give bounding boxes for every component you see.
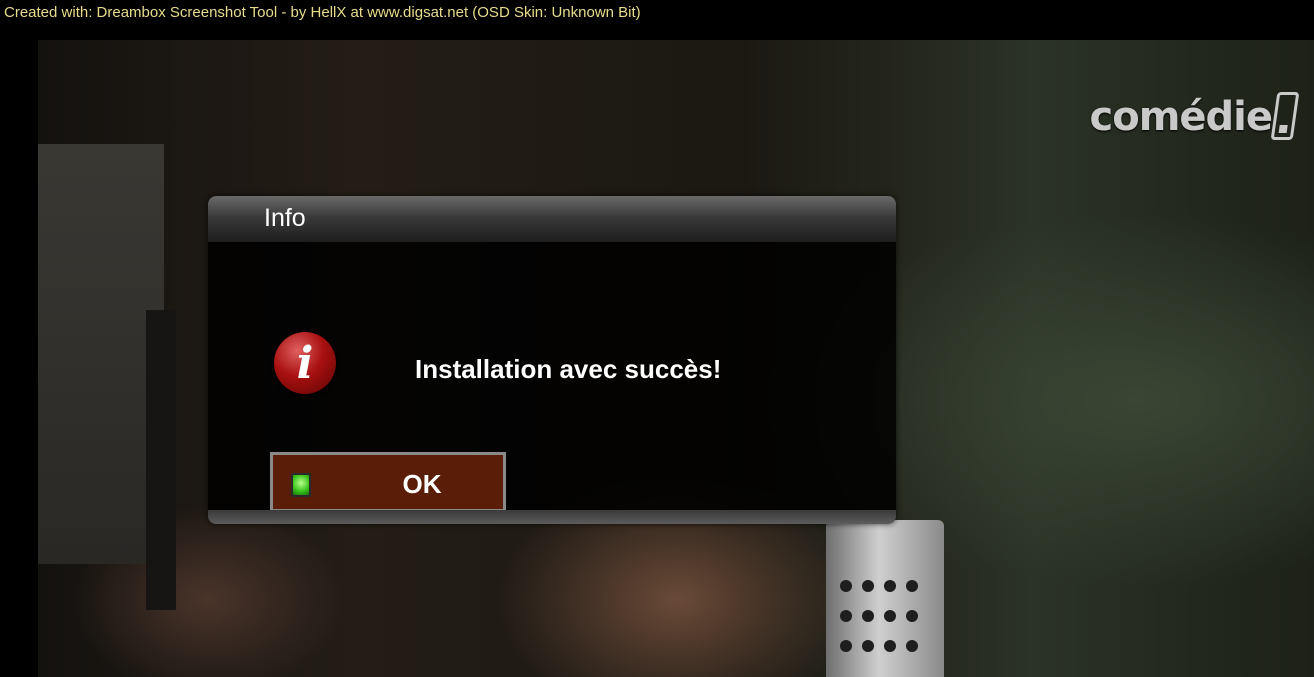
ok-button-label: OK bbox=[402, 469, 442, 499]
channel-logo-text: comédie bbox=[1089, 94, 1273, 140]
dialog-body: i Installation avec succès! OK bbox=[208, 242, 896, 512]
dialog-message: Installation avec succès! bbox=[415, 354, 722, 384]
info-dialog: Info i Installation avec succès! OK bbox=[208, 196, 896, 524]
ok-button[interactable]: OK bbox=[270, 452, 506, 512]
dialog-title: Info bbox=[264, 204, 306, 232]
channel-logo: comédie bbox=[1089, 92, 1300, 140]
screenshot-credit: Created with: Dreambox Screenshot Tool -… bbox=[4, 4, 641, 21]
dialog-footer bbox=[208, 510, 896, 524]
video-scene-metal-can bbox=[826, 520, 944, 677]
channel-logo-mark bbox=[1270, 92, 1300, 140]
video-scene-doorframe bbox=[146, 310, 176, 610]
info-icon: i bbox=[274, 332, 336, 394]
dialog-titlebar: Info bbox=[208, 196, 896, 242]
